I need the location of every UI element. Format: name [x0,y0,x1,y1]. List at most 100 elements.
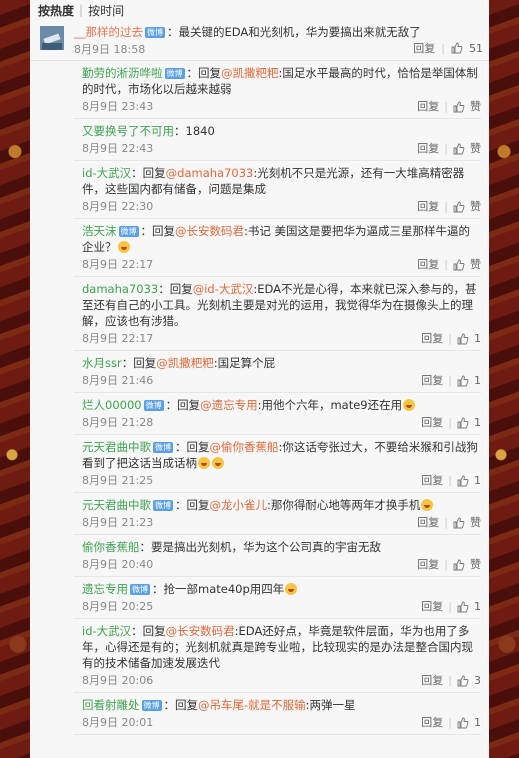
thumbs-up-icon[interactable] [453,259,465,271]
vip-badge-icon: 微博 [143,400,164,411]
reply-actions: 回复 | 赞 [417,99,481,115]
reply-prefix: ：回复 [121,356,157,370]
background-left [0,0,30,758]
thumbs-up-icon[interactable] [453,559,465,571]
reply-user[interactable]: 浩天沫 [82,224,117,238]
reply-user[interactable]: 遗忘专用 [82,582,128,596]
reply-text: damaha7033：回复@id-大武汉:EDA不光是心得，本来就已深入参与的，… [82,281,481,329]
reply-user[interactable]: 元天君曲中歌 [82,498,151,512]
vip-badge-icon: 微博 [130,584,150,595]
reply-text: 偷你香蕉船：要是搞出光刻机，华为这个公司真的宇宙无敌 [82,539,481,555]
avatar[interactable] [40,26,64,50]
reply-prefix: ：回复 [175,498,210,512]
reply-user[interactable]: damaha7033 [82,282,158,296]
reply-meta: 8月9日 22:17 回复 | 赞 [82,256,481,273]
thumbs-up-icon[interactable] [457,601,469,613]
like-count: 1 [474,373,481,387]
main-comment-user[interactable]: __那样的过去 [74,25,143,39]
reply-prefix: ：1840 [174,124,215,138]
reply-prefix: ：回复 [140,224,176,238]
like-count: 赞 [470,515,481,529]
like-count: 1 [474,331,481,345]
reply-user[interactable]: id-大武汉 [82,624,131,638]
reply-button[interactable]: 回复 [413,40,435,56]
action-divider: | [448,673,452,687]
action-divider: | [444,557,448,571]
thumbs-up-icon[interactable] [457,475,469,487]
reply-user[interactable]: 偷你香蕉船 [82,540,140,554]
reply-user[interactable]: 又要换号了不可用 [82,124,174,138]
thumbs-up-icon[interactable] [451,42,463,54]
reply-prefix: ：回复 [131,624,166,638]
reply-button[interactable]: 回复 [417,141,439,157]
reply-user[interactable]: 烂人00000 [82,398,142,412]
reply-actions: 回复 | 1 [421,415,481,431]
reply-button[interactable]: 回复 [421,599,443,615]
emoji-icon [212,457,224,469]
mention-link[interactable]: @偷你香蕉船 [210,440,279,454]
vip-badge-icon: 微博 [141,700,162,711]
emoji-icon [117,241,130,253]
reply-item: 浩天沫 微博 ：回复@长安数码君:书记 美国这是要把华为逼成三星那样牛逼的企业？ 8月… [74,219,481,277]
reply-text: 勤劳的淅沥哗啦 微博 ：回复@凯撒粑粑:国足水平最高的时代，恰恰是举国体制的时代，市… [82,65,481,97]
thumbs-up-icon[interactable] [453,101,465,113]
reply-user[interactable]: 回看射雕处 [82,698,140,712]
reply-time: 8月9日 22:17 [82,257,154,271]
reply-button[interactable]: 回复 [421,373,443,389]
thumbs-up-icon[interactable] [457,417,469,429]
main-comment-time: 8月9日 18:58 [74,43,146,56]
like-count: 1 [474,715,481,729]
reply-button[interactable]: 回复 [417,515,439,531]
reply-button[interactable]: 回复 [417,199,439,215]
reply-user[interactable]: 勤劳的淅沥哗啦 [82,66,163,80]
action-divider: | [448,331,452,345]
reply-actions: 回复 | 赞 [417,199,481,215]
reply-button[interactable]: 回复 [417,257,439,273]
reply-button[interactable]: 回复 [417,99,439,115]
reply-text: 元天君曲中歌 微博 ：回复@偷你香蕉船:你这话夸张过大，不要给米猴和引战狗看到了把这… [82,439,481,471]
like-count: 赞 [470,199,481,213]
vip-badge-icon: 微博 [145,27,165,38]
mention-link[interactable]: @凯撒粑粑 [221,66,279,80]
reply-prefix: ：回复 [158,282,193,296]
reply-text: id-大武汉：回复@长安数码君:EDA还好点，毕竟是软件层面，华为也用了多年，心… [82,623,481,671]
reply-button[interactable]: 回复 [421,473,443,489]
thumbs-up-icon[interactable] [457,675,469,687]
reply-time: 8月9日 20:06 [82,673,154,687]
comment-panel: 按热度 | 按时间 __那样的过去 微博 ：最关键的EDA和光刻机，华为要搞出来就无… [30,0,489,758]
mention-link[interactable]: @长安数码君 [175,224,244,238]
sort-by-time[interactable]: 按时间 [88,2,124,19]
reply-text: 回看射雕处 微博 ：回复@吊车尾-就是不服输:两弹一星 [82,697,481,713]
reply-user[interactable]: 水月ssr [82,356,122,370]
reply-user[interactable]: id-大武汉 [82,166,131,180]
mention-link[interactable]: @damaha7033 [166,166,254,180]
reply-meta: 8月9日 20:06 回复 | 3 [82,672,481,689]
reply-button[interactable]: 回复 [417,557,439,573]
reply-button[interactable]: 回复 [421,331,443,347]
reply-meta: 8月9日 21:25 回复 | 1 [82,472,481,489]
sort-by-hot[interactable]: 按热度 [38,2,74,19]
mention-link[interactable]: @遗忘专用 [200,398,258,412]
thumbs-up-icon[interactable] [457,333,469,345]
mention-link[interactable]: @长安数码君 [166,624,235,638]
reply-prefix: ：抢一部mate40p用四年 [152,582,285,596]
action-divider: | [444,99,448,113]
reply-button[interactable]: 回复 [421,715,443,731]
mention-link[interactable]: @id-大武汉 [193,282,254,296]
reply-user[interactable]: 元天君曲中歌 [82,440,151,454]
reply-button[interactable]: 回复 [421,673,443,689]
mention-link[interactable]: @龙小雀儿 [210,498,268,512]
mention-link[interactable]: @凯撒粑粑 [156,356,214,370]
mention-link[interactable]: @吊车尾-就是不服输 [198,698,306,712]
reply-item: id-大武汉：回复@长安数码君:EDA还好点，毕竟是软件层面，华为也用了多年，心… [74,619,481,693]
like-count: 1 [474,599,481,613]
thumbs-up-icon[interactable] [457,717,469,729]
reply-time: 8月9日 22:43 [82,141,154,155]
thumbs-up-icon[interactable] [457,375,469,387]
reply-button[interactable]: 回复 [421,415,443,431]
emoji-icon [285,583,298,595]
thumbs-up-icon[interactable] [453,201,465,213]
thumbs-up-icon[interactable] [453,143,465,155]
like-count: 赞 [470,257,481,271]
thumbs-up-icon[interactable] [453,517,465,529]
